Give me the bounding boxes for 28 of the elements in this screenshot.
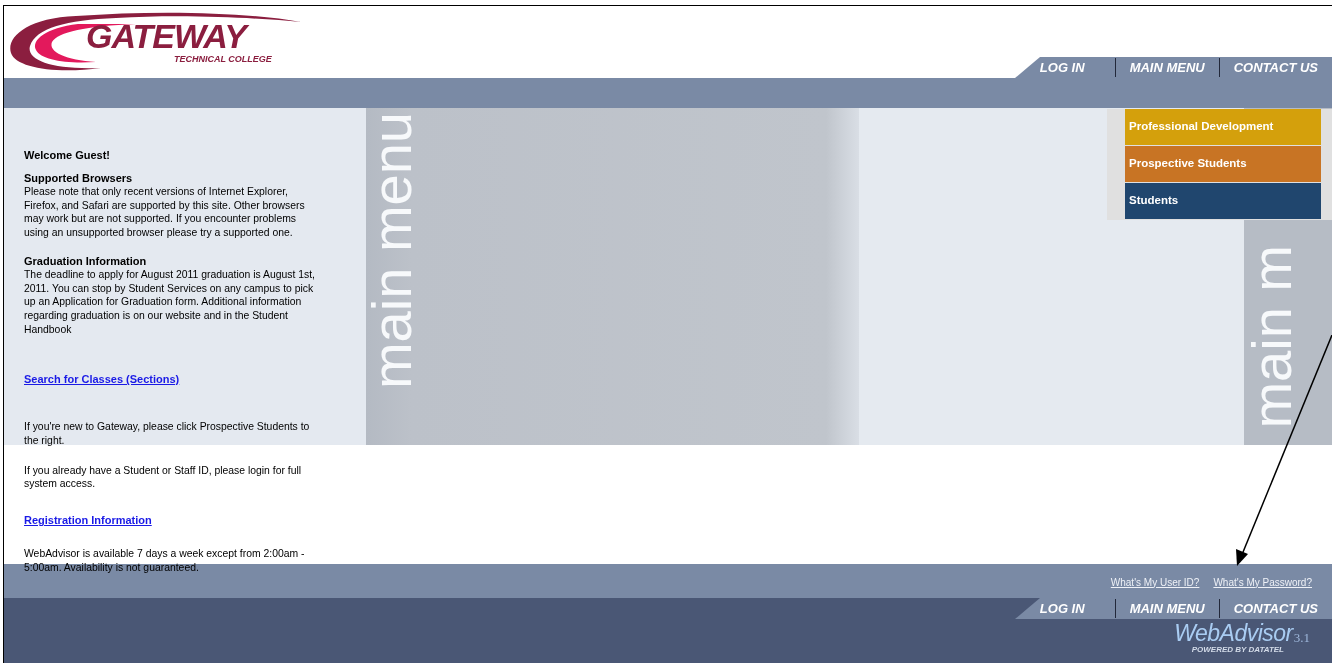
menu-item[interactable]: Professional Development — [1125, 109, 1321, 145]
brand-tagline: POWERED BY DATATEL — [1191, 645, 1284, 654]
help-link[interactable]: What's My User ID? — [1110, 574, 1200, 590]
section-text: The deadline to apply for August 2011 graduation is August 1st, 2011. You can stop by Student Services on any campus to pick up an Application for Graduation form. Additional information regarding graduation is on our website and in the Student Handbook — [24, 267, 316, 337]
logo-subtitle: TECHNICAL COLLEGE — [174, 54, 272, 64]
brand-name: WebAdvisor — [1174, 621, 1293, 645]
welcome-title: Welcome Guest! — [24, 148, 111, 162]
help-link[interactable]: What's My Password? — [1213, 574, 1312, 590]
info-text: If you're new to Gateway, please click Prospective Students to the right. — [24, 420, 311, 448]
college-logo[interactable]: GATEWAY TECHNICAL COLLEGE — [6, 6, 301, 78]
nav-link[interactable]: MAIN MENU — [1125, 598, 1209, 619]
nav-link[interactable]: MAIN MENU — [1125, 57, 1209, 78]
nav-link[interactable]: LOG IN — [1019, 598, 1105, 619]
text-link[interactable]: Search for Classes (Sections) — [24, 373, 180, 386]
section-text: Please note that only recent versions of Internet Explorer, Firefox, and Safari are supported by this site. Other browsers may work but are not supported. If you encounter problems using an unsupported browser please try a supported one. — [24, 185, 306, 240]
nav-link[interactable]: CONTACT US — [1229, 57, 1322, 78]
watermark-text: main m — [1250, 245, 1294, 429]
nav-link[interactable]: LOG IN — [1019, 57, 1105, 78]
section-heading: Graduation Information — [24, 253, 148, 268]
section-heading: Supported Browsers — [24, 171, 134, 185]
nav-link[interactable]: CONTACT US — [1229, 598, 1322, 619]
info-text: WebAdvisor is available 7 days a week except from 2:00am - 5:00am. Availability is not guaranteed. — [24, 547, 306, 575]
brand-version: 3.1 — [1293, 631, 1310, 644]
info-text: If you already have a Student or Staff ID, please login for full system access. — [24, 463, 303, 492]
watermark-text: main menu — [370, 112, 414, 390]
text-link[interactable]: Registration Information — [24, 514, 152, 527]
menu-item[interactable]: Prospective Students — [1125, 146, 1321, 182]
menu-item[interactable]: Students — [1125, 183, 1321, 219]
